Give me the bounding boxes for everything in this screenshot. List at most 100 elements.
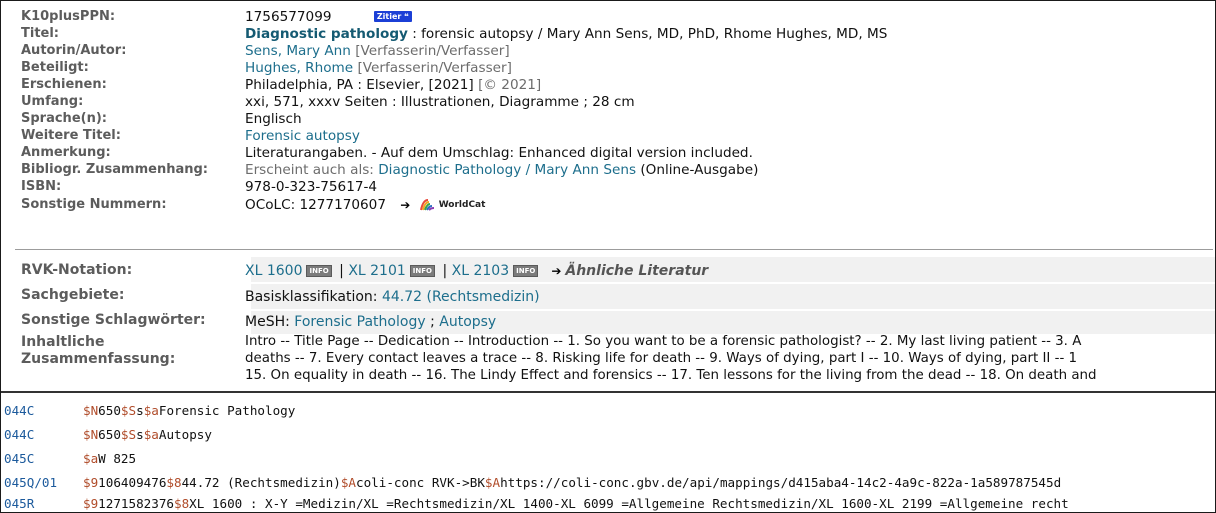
marc-field-value: $N650$Ss$aAutopsy [83,427,212,442]
zitier-button[interactable]: Zitier ❝ [373,11,412,22]
umfang-label: Umfang: [21,94,84,109]
subfield-value: 650 [98,427,121,442]
erschienen-text: Philadelphia, PA : Elsevier, [2021] [245,77,474,93]
inhalt-label-2: Zusammenfassung: [21,351,176,367]
marc-tag[interactable]: 045R [4,496,34,511]
marc-field-value: $91271582376$8XL 1600 : X-Y =Medizin/XL … [83,496,1069,511]
worldcat-icon [419,199,434,211]
sachgebiete-link[interactable]: 44.72 (Rechtsmedizin) [382,289,540,305]
marc-tag[interactable]: 044C [4,403,34,418]
info-icon[interactable]: INFO [409,265,435,277]
inhalt-label-1: Inhaltliche [21,334,105,350]
subfield-value: https://coli-conc.gbv.de/api/mappings/d4… [500,475,1062,490]
subfield-code: $a [143,403,159,418]
subfield-code: $N [83,403,99,418]
autor-value: Sens, Mary Ann [Verfasserin/Verfasser] [245,43,510,59]
subfield-code: $9 [83,496,99,511]
schlagwort-value: MeSH: Forensic Pathology ; Autopsy [245,314,496,330]
beteiligt-link[interactable]: Hughes, Rhome [245,60,353,76]
sonstige-nummern-value: OCoLC: 1277170607 ➔ WorldCat [245,197,485,213]
rvk-link-3[interactable]: XL 2103 [452,263,509,279]
rvk-value: XL 1600 INFO | XL 2101 INFO | XL 2103 INFO ➔… [245,263,708,279]
marc-field-value: $9106409476$844.72 (Rechtsmedizin)$Acoli… [83,475,1061,490]
sprache-value: Englisch [245,111,302,127]
biblio-label: Bibliogr. Zusammenhang: [21,162,208,177]
catalog-record-frame: K10plusPPN: 1756577099 Zitier ❝ Titel: D… [0,0,1216,513]
beteiligt-value: Hughes, Rhome [Verfasserin/Verfasser] [245,60,512,76]
anmerkung-value: Literaturangaben. - Auf dem Umschlag: En… [245,145,753,161]
subfield-value: s [136,403,144,418]
autor-role: [Verfasserin/Verfasser] [350,43,510,59]
subfield-value: Autopsy [158,427,212,442]
aehnliche-literatur-link[interactable]: Ähnliche Literatur [565,263,708,279]
subfield-value: 650 [98,403,121,418]
subfield-code: $9 [83,475,99,490]
sachgebiete-prefix: Basisklassifikation: [245,289,382,305]
subfield-code: $S [120,403,137,418]
isbn-value: 978-0-323-75617-4 [245,179,378,195]
worldcat-label: WorldCat [438,200,486,210]
marc-field-value: $N650$Ss$aForensic Pathology [83,403,295,418]
biblio-value: Erscheint auch als: Diagnostic Pathology… [245,162,758,178]
beteiligt-label: Beteiligt: [21,60,89,75]
marc-divider [1,391,1215,393]
titel-label: Titel: [21,26,60,41]
subfield-code: $A [340,475,356,490]
weitere-titel-link[interactable]: Forensic autopsy [245,128,360,144]
marc-tag[interactable]: 044C [4,427,34,442]
sprache-label: Sprache(n): [21,111,107,126]
sachgebiete-row [15,284,1215,309]
umfang-value: xxi, 571, xxxv Seiten : Illustrationen, … [245,94,635,110]
subfield-code: $S [120,427,137,442]
marc-tag[interactable]: 045C [4,451,34,466]
rvk-separator: | [334,263,349,279]
mesh-prefix: MeSH: [245,314,295,330]
erschienen-label: Erschienen: [21,77,107,92]
subfield-value: 1271582376 [98,496,174,511]
autor-link[interactable]: Sens, Mary Ann [245,43,351,59]
info-icon[interactable]: INFO [513,265,539,277]
subfield-value: Forensic Pathology [158,403,296,418]
erschienen-value: Philadelphia, PA : Elsevier, [2021] [© 2… [245,77,541,93]
oclc-number: OCoLC: 1277170607 [245,197,386,213]
subfield-code: $N [83,427,99,442]
biblio-prefix: Erscheint auch als: [245,162,379,178]
worldcat-link[interactable]: WorldCat [419,198,486,212]
weitere-titel-label: Weitere Titel: [21,128,121,143]
rvk-separator: | [438,263,452,279]
subfield-code: $A [484,475,501,490]
erschienen-copyright: [© 2021] [473,77,542,93]
inhalt-line-1: Intro -- Title Page -- Dedication -- Int… [245,334,1082,349]
beteiligt-role: [Verfasserin/Verfasser] [353,60,512,76]
biblio-suffix: (Online-Ausgabe) [636,162,759,178]
subfield-value: s [136,427,144,442]
marc-field-value: $aW 825 [83,451,136,466]
subfield-code: $a [143,427,159,442]
section-divider [15,249,1213,250]
arrow-right-icon: ➔ [400,198,411,212]
inhalt-line-2: deaths -- 7. Every contact leaves a trac… [245,351,1078,366]
anmerkung-label: Anmerkung: [21,145,111,160]
subfield-code: $a [83,451,99,466]
marc-tag[interactable]: 045Q/01 [4,475,57,490]
titel-rest: : forensic autopsy / Mary Ann Sens, MD, … [407,26,888,42]
titel-value: Diagnostic pathology : forensic autopsy … [245,26,887,42]
rvk-label: RVK-Notation: [21,262,133,278]
zitier-label: Zitier [376,12,402,21]
subfield-code: $8 [174,496,190,511]
arrow-right-icon: ➔ [551,264,562,278]
biblio-link[interactable]: Diagnostic Pathology / Mary Ann Sens [378,162,636,178]
subfield-value: coli-conc RVK->BK [356,475,485,490]
rvk-link-1[interactable]: XL 1600 [245,263,302,279]
ppn-value-row: 1756577099 Zitier ❝ [245,9,412,25]
schlagwort-link-2[interactable]: Autopsy [439,314,496,330]
info-icon[interactable]: INFO [306,265,332,277]
rvk-link-2[interactable]: XL 2101 [348,263,405,279]
inhalt-line-3: 15. On equality in death -- 16. The Lind… [245,368,1097,383]
schlagwort-separator: ; [425,314,440,330]
subfield-value: W 825 [98,451,137,466]
schlagwort-link-1[interactable]: Forensic Pathology [294,314,425,330]
titel-main-link[interactable]: Diagnostic pathology [245,26,408,42]
subfield-value: XL 1600 : X-Y =Medizin/XL =Rechtsmedizin… [189,496,1069,511]
sonstige-nummern-label: Sonstige Nummern: [21,197,167,212]
